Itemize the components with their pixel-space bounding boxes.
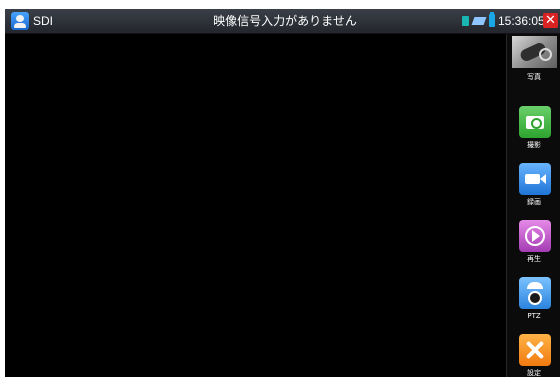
close-icon[interactable]: ✕ <box>543 13 558 28</box>
capture-button[interactable]: 撮影 <box>507 104 560 160</box>
usb-icon <box>471 17 487 25</box>
status-area: 15:36:05 ✕ <box>460 9 560 33</box>
ptz-button[interactable]: PTZ <box>507 275 560 331</box>
title-bar: SDI 映像信号入力がありません 15:36:05 ✕ <box>5 9 560 34</box>
photos-label: 写真 <box>527 73 541 81</box>
video-record-icon <box>519 163 551 195</box>
camera-icon <box>519 106 551 138</box>
play-icon <box>519 220 551 252</box>
settings-label: 設定 <box>527 369 541 377</box>
photos-icon <box>512 36 557 68</box>
record-button[interactable]: 録画 <box>507 161 560 217</box>
sd-card-icon <box>462 16 469 26</box>
side-toolbar: 写真 撮影 録画 再生 PTZ 設定 <box>506 34 560 377</box>
ptz-label: PTZ <box>527 312 541 320</box>
photos-button[interactable]: 写真 <box>507 36 560 92</box>
battery-icon <box>489 12 495 27</box>
sdi-app-icon <box>11 12 29 30</box>
clock: 15:36:05 <box>498 14 545 28</box>
window-title: 映像信号入力がありません <box>213 14 357 28</box>
playback-label: 再生 <box>527 255 541 263</box>
device-screen: SDI 映像信号入力がありません 15:36:05 ✕ 写真 撮影 録画 再生 <box>5 9 560 377</box>
playback-button[interactable]: 再生 <box>507 218 560 274</box>
app-name: SDI <box>33 14 54 28</box>
ptz-camera-icon <box>519 277 551 309</box>
settings-tools-icon <box>519 334 551 366</box>
video-display <box>5 34 506 377</box>
settings-button[interactable]: 設定 <box>507 332 560 377</box>
capture-label: 撮影 <box>527 141 541 149</box>
record-label: 録画 <box>527 198 541 206</box>
